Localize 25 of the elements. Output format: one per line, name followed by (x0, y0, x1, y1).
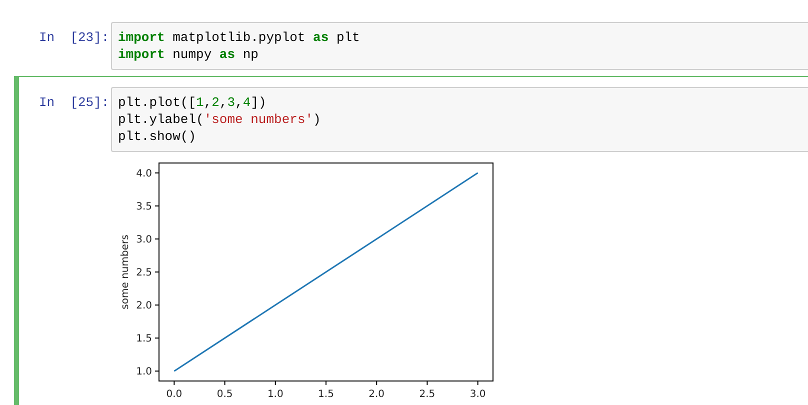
code-line: plt.show() (118, 128, 198, 145)
y-tick-label: 3.0 (136, 234, 152, 246)
y-tick-label: 1.0 (136, 366, 152, 378)
y-tick-label: 1.5 (136, 334, 152, 345)
x-tick-label: 1.5 (318, 389, 334, 400)
y-axis-label: some numbers (120, 234, 131, 310)
y-tick-label: 4.0 (136, 168, 152, 180)
notebook-cell[interactable]: In [23]: import matplotlib.pyplot as plt import numpy as np (14, 21, 808, 71)
x-tick-label: 0.0 (166, 389, 182, 400)
code-line: import matplotlib.pyplot as plt (118, 29, 361, 46)
code-line: plt.plot([1,2,3,4]) (118, 94, 268, 111)
y-tick-label: 2.5 (136, 268, 152, 278)
code-editor[interactable]: import matplotlib.pyplot as plt import numpy as np (111, 22, 808, 70)
code-editor[interactable]: plt.plot([1,2,3,4]) plt.ylabel('some numbers') plt.show() (111, 87, 808, 152)
code-line: import numpy as np (118, 46, 260, 63)
x-tick-label: 1.0 (267, 389, 284, 400)
x-tick-label: 3.0 (470, 389, 486, 400)
y-tick-label: 3.5 (136, 201, 152, 212)
x-tick-label: 0.5 (216, 389, 233, 400)
input-prompt: In [25]: (38, 94, 110, 111)
x-tick-label: 2.5 (419, 389, 436, 400)
y-tick-label: 2.0 (136, 300, 152, 312)
x-tick-label: 2.0 (368, 389, 385, 400)
code-line: plt.ylabel('some numbers') (118, 111, 322, 128)
input-prompt: In [23]: (38, 29, 110, 46)
